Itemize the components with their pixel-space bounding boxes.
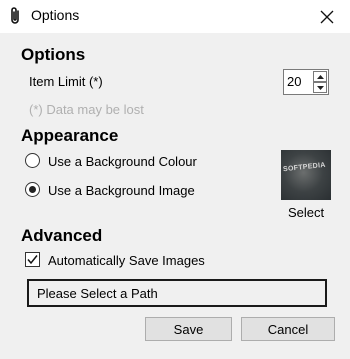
radio-background-image-label[interactable]: Use a Background Image [48,183,195,198]
item-limit-spinner[interactable]: 20 [283,69,329,95]
title-bar: Options [0,0,350,33]
thumbnail-watermark: SOFTPEDIA [282,161,327,174]
save-path-text: Please Select a Path [37,286,158,301]
radio-background-colour[interactable] [25,153,40,168]
spinner-buttons [313,71,327,93]
select-image-link[interactable]: Select [288,205,324,220]
radio-background-image[interactable] [25,182,40,197]
checkmark-icon [27,255,38,265]
spinner-down-button[interactable] [313,82,327,93]
spinner-up-button[interactable] [313,71,327,82]
save-path-field[interactable]: Please Select a Path [27,279,327,307]
item-limit-value[interactable]: 20 [287,74,301,89]
radio-background-colour-label[interactable]: Use a Background Colour [48,154,197,169]
arrow-up-icon [316,74,324,79]
auto-save-checkbox[interactable] [25,252,40,267]
appearance-heading: Appearance [21,126,119,145]
cancel-button[interactable]: Cancel [241,317,335,341]
save-button[interactable]: Save [145,317,232,341]
item-limit-label: Item Limit (*) [29,74,103,89]
radio-selected-dot [29,186,36,193]
close-icon [320,10,334,23]
auto-save-label[interactable]: Automatically Save Images [48,253,205,268]
arrow-down-icon [316,85,324,90]
data-loss-warning: (*) Data may be lost [29,102,144,117]
options-heading: Options [21,45,86,64]
options-dialog: Options Options Item Limit (*) 20 (*) Da… [0,0,350,359]
paperclip-icon [11,7,19,24]
close-button[interactable] [304,0,350,33]
background-image-preview[interactable]: SOFTPEDIA [281,150,331,200]
window-title: Options [31,7,80,23]
advanced-heading: Advanced [21,226,103,245]
